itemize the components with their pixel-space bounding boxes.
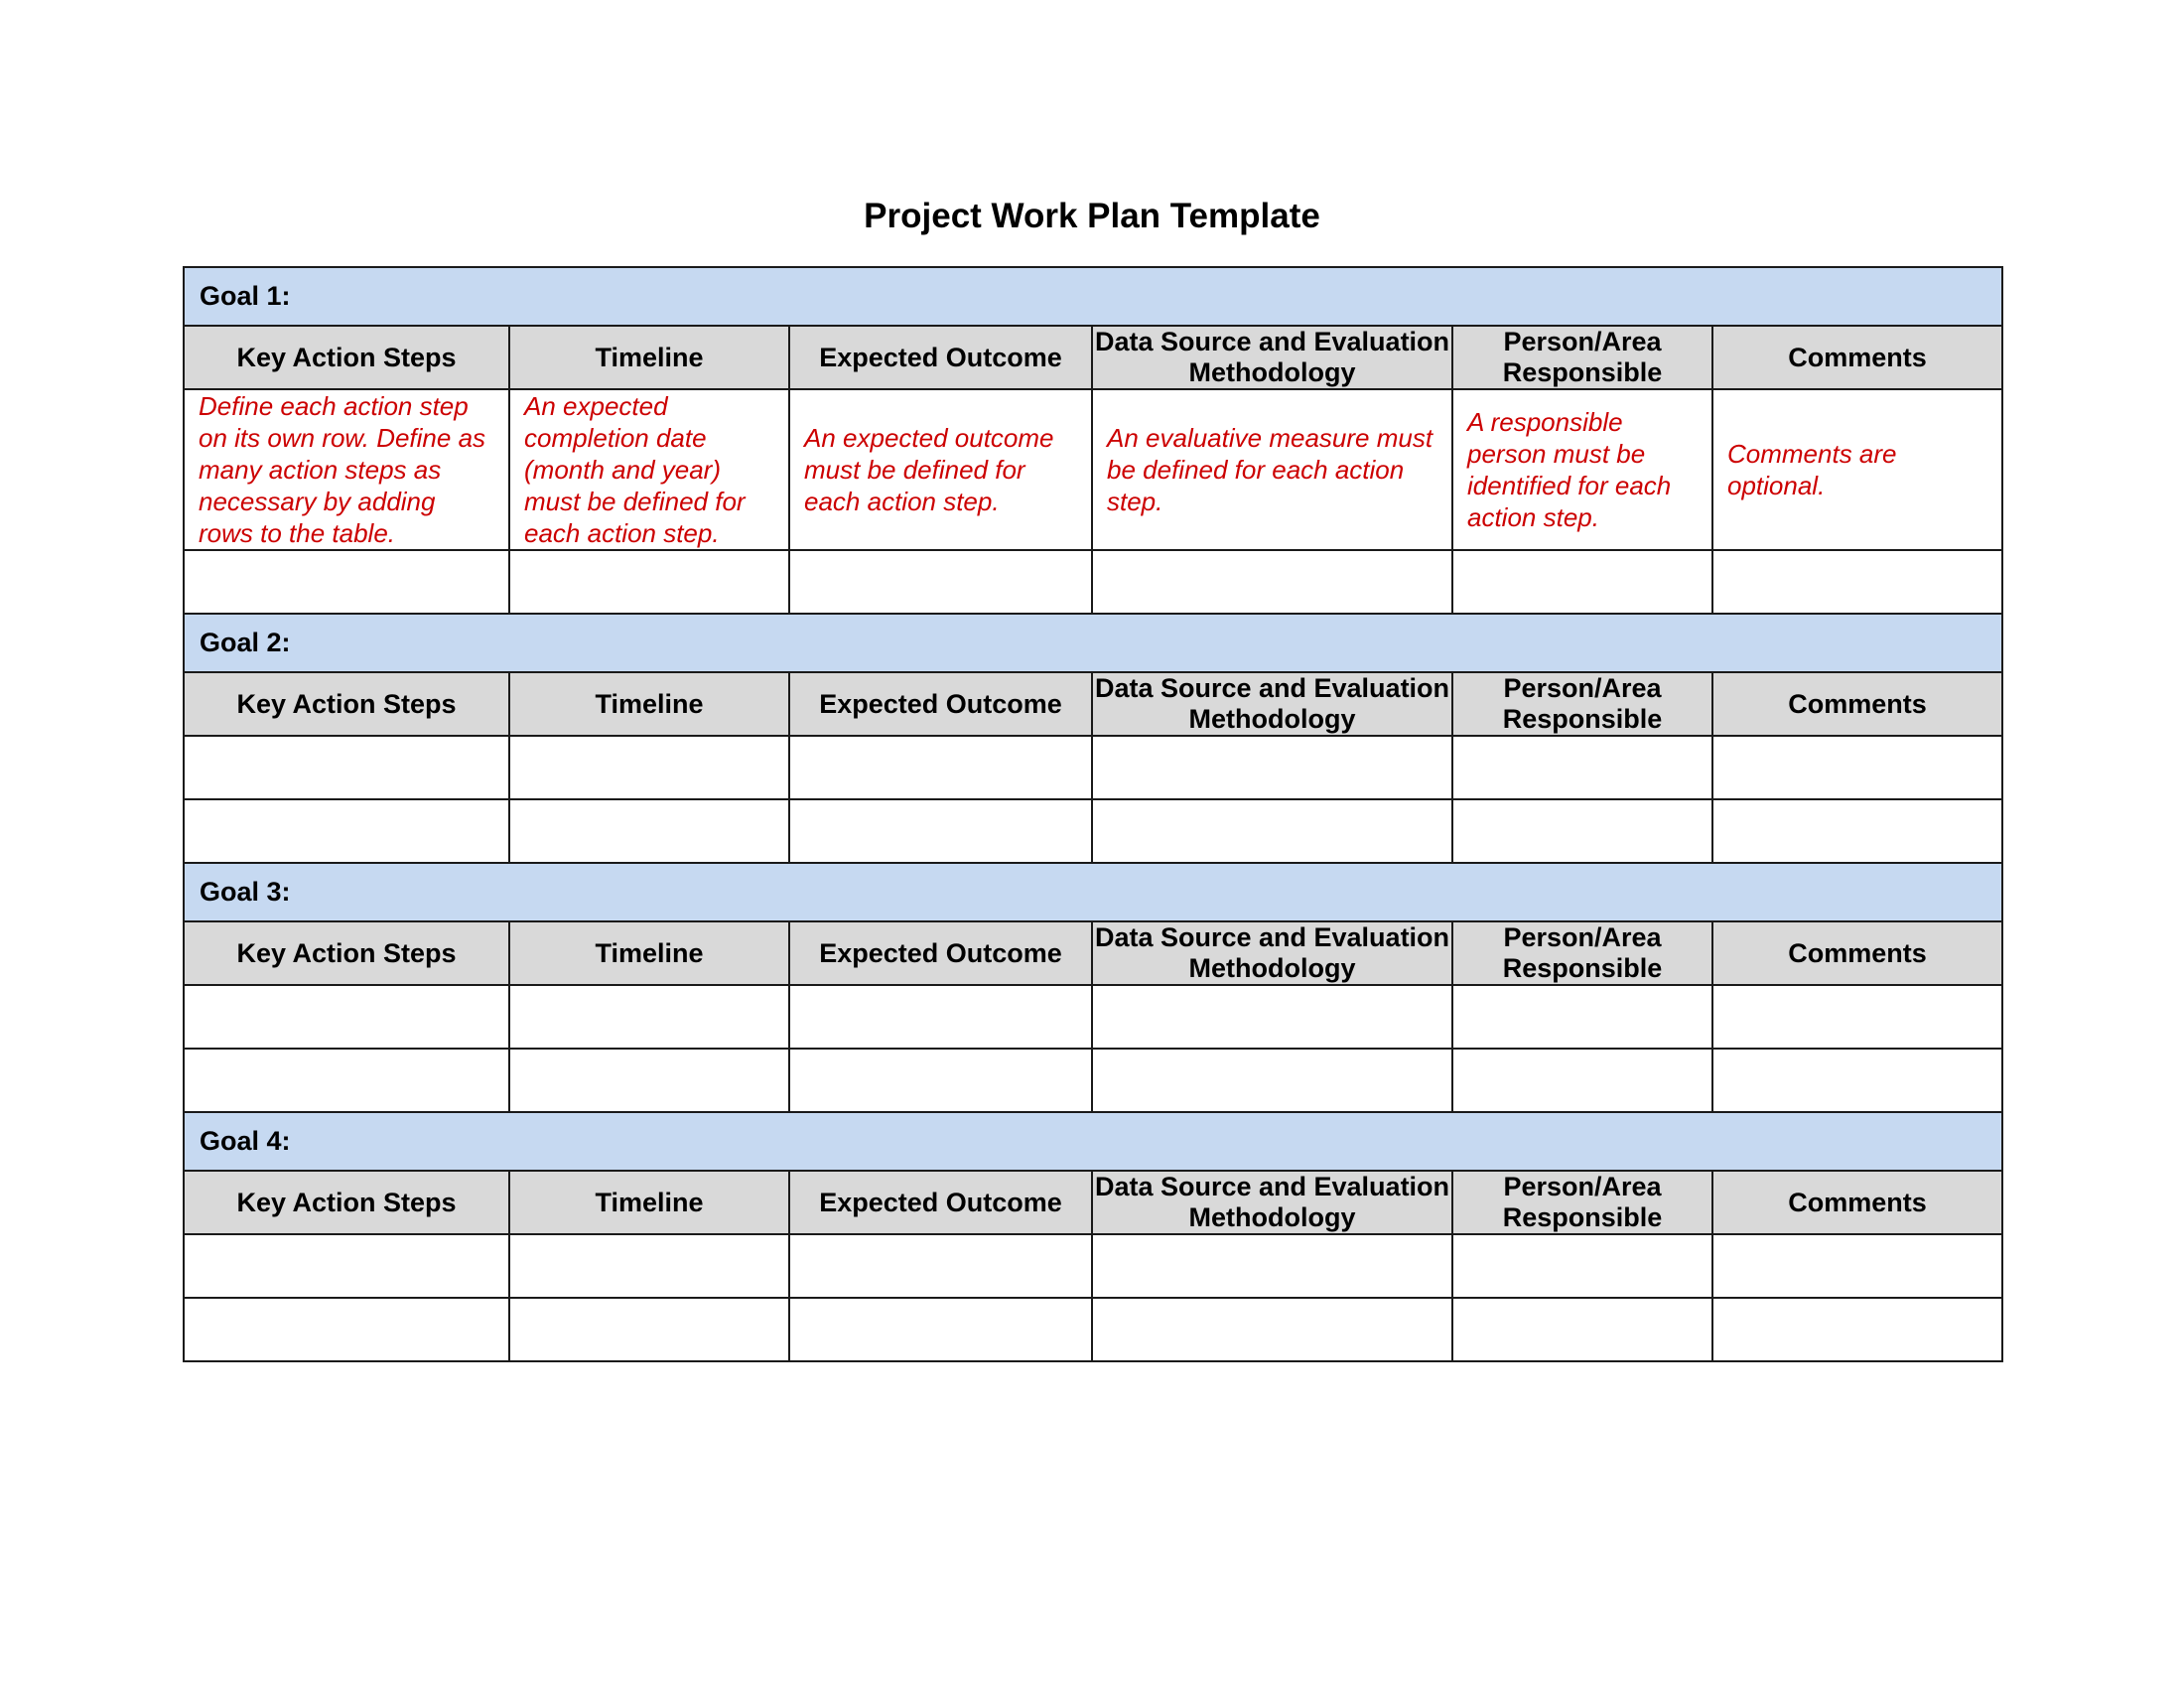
table-row	[183, 735, 2004, 800]
cell-key-action-steps[interactable]	[183, 1233, 510, 1299]
cell-key-action-steps[interactable]	[183, 984, 510, 1050]
column-header-timeline: Timeline	[508, 920, 790, 986]
column-header-row: Key Action Steps Timeline Expected Outcome…	[183, 1170, 2004, 1235]
table-row	[183, 549, 2004, 615]
cell-person-responsible[interactable]	[1451, 735, 1713, 800]
table-row	[183, 1048, 2004, 1113]
cell-data-source[interactable]	[1091, 1048, 1453, 1113]
cell-timeline[interactable]	[508, 984, 790, 1050]
cell-data-source[interactable]: An evaluative measure must be defined fo…	[1091, 388, 1453, 551]
cell-person-responsible[interactable]	[1451, 1233, 1713, 1299]
cell-timeline[interactable]	[508, 1297, 790, 1362]
column-header-comments: Comments	[1710, 1170, 2004, 1235]
column-header-person-responsible: Person/Area Responsible	[1451, 325, 1713, 390]
column-header-person-responsible: Person/Area Responsible	[1451, 1170, 1713, 1235]
goal-row: Goal 4:	[182, 1111, 2004, 1172]
cell-expected-outcome[interactable]	[788, 798, 1093, 864]
cell-timeline[interactable]	[508, 1233, 790, 1299]
column-header-row: Key Action Steps Timeline Expected Outcome…	[183, 671, 2004, 737]
column-header-expected-outcome: Expected Outcome	[788, 1170, 1093, 1235]
cell-comments[interactable]	[1710, 798, 2004, 864]
column-header-person-responsible: Person/Area Responsible	[1451, 671, 1713, 737]
cell-expected-outcome[interactable]	[788, 549, 1093, 615]
column-header-expected-outcome: Expected Outcome	[788, 325, 1093, 390]
cell-data-source[interactable]	[1091, 798, 1453, 864]
table-row	[183, 984, 2004, 1050]
cell-expected-outcome[interactable]: An expected outcome must be defined for …	[788, 388, 1093, 551]
cell-key-action-steps[interactable]	[183, 735, 510, 800]
cell-timeline[interactable]: An expected completion date (month and y…	[508, 388, 790, 551]
cell-comments[interactable]	[1710, 1297, 2004, 1362]
cell-person-responsible[interactable]	[1451, 1297, 1713, 1362]
table-row	[183, 1233, 2004, 1299]
column-header-timeline: Timeline	[508, 671, 790, 737]
goal-label[interactable]: Goal 4:	[182, 1111, 2004, 1172]
cell-person-responsible[interactable]	[1451, 798, 1713, 864]
column-header-data-source: Data Source and Evaluation Methodology	[1091, 920, 1453, 986]
cell-key-action-steps[interactable]	[183, 1048, 510, 1113]
column-header-expected-outcome: Expected Outcome	[788, 920, 1093, 986]
cell-data-source[interactable]	[1091, 984, 1453, 1050]
goal-label[interactable]: Goal 1:	[182, 266, 2004, 327]
cell-data-source[interactable]	[1091, 1233, 1453, 1299]
goal-row: Goal 3:	[182, 862, 2004, 922]
goal-row: Goal 2:	[182, 613, 2004, 673]
cell-key-action-steps[interactable]	[183, 798, 510, 864]
cell-comments[interactable]	[1710, 1233, 2004, 1299]
column-header-comments: Comments	[1710, 671, 2004, 737]
cell-comments[interactable]: Comments are optional.	[1710, 388, 2004, 551]
column-header-key-action-steps: Key Action Steps	[183, 325, 510, 390]
cell-timeline[interactable]	[508, 1048, 790, 1113]
cell-comments[interactable]	[1710, 735, 2004, 800]
column-header-timeline: Timeline	[508, 325, 790, 390]
goal-label[interactable]: Goal 2:	[182, 613, 2004, 673]
goal-row: Goal 1:	[182, 266, 2004, 327]
column-header-key-action-steps: Key Action Steps	[183, 1170, 510, 1235]
cell-person-responsible[interactable]	[1451, 549, 1713, 615]
cell-data-source[interactable]	[1091, 549, 1453, 615]
cell-expected-outcome[interactable]	[788, 1233, 1093, 1299]
column-header-row: Key Action Steps Timeline Expected Outcome…	[183, 325, 2004, 390]
cell-data-source[interactable]	[1091, 735, 1453, 800]
cell-expected-outcome[interactable]	[788, 1297, 1093, 1362]
column-header-data-source: Data Source and Evaluation Methodology	[1091, 671, 1453, 737]
cell-timeline[interactable]	[508, 735, 790, 800]
cell-comments[interactable]	[1710, 984, 2004, 1050]
column-header-key-action-steps: Key Action Steps	[183, 671, 510, 737]
cell-comments[interactable]	[1710, 549, 2004, 615]
cell-expected-outcome[interactable]	[788, 735, 1093, 800]
goal-label[interactable]: Goal 3:	[182, 862, 2004, 922]
cell-person-responsible[interactable]	[1451, 1048, 1713, 1113]
column-header-data-source: Data Source and Evaluation Methodology	[1091, 325, 1453, 390]
column-header-comments: Comments	[1710, 920, 2004, 986]
cell-timeline[interactable]	[508, 549, 790, 615]
column-header-data-source: Data Source and Evaluation Methodology	[1091, 1170, 1453, 1235]
column-header-comments: Comments	[1710, 325, 2004, 390]
cell-person-responsible[interactable]: A responsible person must be identified …	[1451, 388, 1713, 551]
page-title: Project Work Plan Template	[864, 197, 1320, 235]
column-header-person-responsible: Person/Area Responsible	[1451, 920, 1713, 986]
work-plan-table: Goal 1: Key Action Steps Timeline Expected …	[182, 266, 2004, 1362]
cell-comments[interactable]	[1710, 1048, 2004, 1113]
cell-key-action-steps[interactable]: Define each action step on its own row. …	[183, 388, 510, 551]
cell-key-action-steps[interactable]	[183, 1297, 510, 1362]
cell-expected-outcome[interactable]	[788, 1048, 1093, 1113]
example-row: Define each action step on its own row. …	[183, 388, 2004, 551]
cell-key-action-steps[interactable]	[183, 549, 510, 615]
cell-person-responsible[interactable]	[1451, 984, 1713, 1050]
column-header-key-action-steps: Key Action Steps	[183, 920, 510, 986]
column-header-row: Key Action Steps Timeline Expected Outcome…	[183, 920, 2004, 986]
column-header-expected-outcome: Expected Outcome	[788, 671, 1093, 737]
table-row	[183, 1297, 2004, 1362]
column-header-timeline: Timeline	[508, 1170, 790, 1235]
cell-data-source[interactable]	[1091, 1297, 1453, 1362]
cell-expected-outcome[interactable]	[788, 984, 1093, 1050]
table-row	[183, 798, 2004, 864]
cell-timeline[interactable]	[508, 798, 790, 864]
